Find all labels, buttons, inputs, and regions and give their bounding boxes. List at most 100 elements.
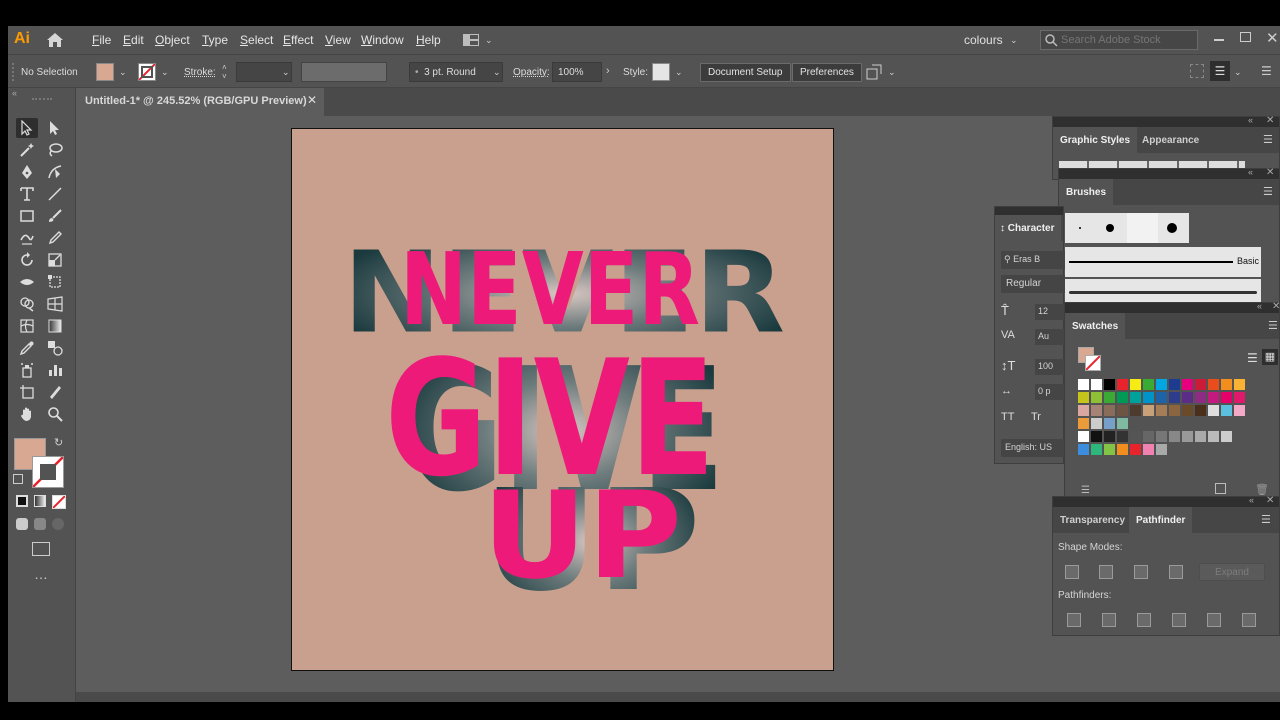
divide-icon[interactable]	[1067, 613, 1081, 627]
paintbrush-tool-icon[interactable]	[44, 206, 66, 226]
collapse-panel-icon[interactable]: «	[1249, 495, 1254, 505]
crop-icon[interactable]	[1172, 613, 1186, 627]
symbol-sprayer-tool-icon[interactable]	[16, 360, 38, 380]
font-size-field[interactable]: 12	[1035, 304, 1065, 320]
swatch[interactable]	[1208, 431, 1219, 442]
swatch-stroke-indicator[interactable]	[1085, 355, 1101, 371]
swatch[interactable]	[1182, 431, 1193, 442]
swatch[interactable]	[1117, 392, 1128, 403]
free-transform-tool-icon[interactable]	[44, 272, 66, 292]
menu-help[interactable]: Help	[416, 33, 441, 47]
chevron-down-icon[interactable]: ⌄	[282, 68, 290, 77]
shape-builder-tool-icon[interactable]	[16, 294, 38, 314]
rectangle-tool-icon[interactable]	[16, 206, 38, 226]
intersect-icon[interactable]	[1134, 565, 1148, 579]
mesh-tool-icon[interactable]	[16, 316, 38, 336]
never-give-up-artwork[interactable]: NEVER GIVE UP NEVER GIVE UP	[292, 129, 834, 671]
swatch[interactable]	[1117, 379, 1128, 390]
swatch[interactable]	[1208, 379, 1219, 390]
artboard-tool-icon[interactable]	[16, 382, 38, 402]
fill-swatch[interactable]	[96, 63, 114, 81]
menu-effect[interactable]: Effect	[283, 33, 313, 47]
collapse-panel-icon[interactable]: «	[1248, 167, 1253, 177]
brush-tip[interactable]	[1106, 224, 1114, 232]
close-panel-icon[interactable]: ✕	[1266, 495, 1274, 506]
swatch[interactable]	[1130, 444, 1141, 455]
swatch[interactable]	[1156, 405, 1167, 416]
tab-pathfinder[interactable]: Pathfinder	[1129, 507, 1193, 533]
swatch[interactable]	[1091, 379, 1102, 390]
swatch[interactable]	[1091, 392, 1102, 403]
panel-menu-icon[interactable]: ☰	[1263, 133, 1273, 146]
swatch[interactable]	[1130, 405, 1141, 416]
swatch[interactable]	[1156, 392, 1167, 403]
collapse-panel-icon[interactable]: «	[1248, 115, 1253, 125]
scale-tool-icon[interactable]	[44, 250, 66, 270]
panel-menu-icon[interactable]: ☰	[1263, 185, 1273, 198]
variable-width-profile[interactable]	[301, 62, 387, 82]
swatch[interactable]	[1078, 392, 1089, 403]
swatch[interactable]	[1143, 392, 1154, 403]
draw-inside-icon[interactable]	[52, 518, 64, 530]
swatch[interactable]	[1104, 418, 1115, 429]
swatch[interactable]	[1143, 379, 1154, 390]
swatch[interactable]	[1169, 405, 1180, 416]
grid-view-icon[interactable]: ▦	[1262, 349, 1278, 365]
swatch[interactable]	[1130, 431, 1141, 442]
restore-icon[interactable]	[1240, 32, 1251, 42]
width-tool-icon[interactable]	[16, 272, 38, 292]
pen-tool-icon[interactable]	[16, 162, 38, 182]
outline-icon[interactable]	[1207, 613, 1221, 627]
brush-tip[interactable]	[1079, 227, 1081, 229]
swatch[interactable]	[1143, 444, 1154, 455]
close-panel-icon[interactable]: ✕	[1266, 115, 1274, 126]
lasso-tool-icon[interactable]	[44, 140, 66, 160]
swatch[interactable]	[1091, 431, 1102, 442]
font-style-field[interactable]: Regular	[1001, 275, 1065, 293]
swatch[interactable]	[1169, 379, 1180, 390]
swatch[interactable]	[1234, 379, 1245, 390]
swatch[interactable]	[1156, 431, 1167, 442]
graphic-style-swatch[interactable]	[652, 63, 670, 81]
workspace-switcher[interactable]: colours	[964, 33, 1003, 47]
merge-icon[interactable]	[1137, 613, 1151, 627]
menu-file[interactable]: File	[92, 33, 111, 47]
swatch[interactable]	[1104, 431, 1115, 442]
expand-button[interactable]: Expand	[1199, 563, 1265, 581]
menu-type[interactable]: Type	[202, 33, 228, 47]
artboard[interactable]: NEVER GIVE UP NEVER GIVE UP	[291, 128, 834, 671]
swatch[interactable]	[1091, 418, 1102, 429]
swatch[interactable]	[1104, 405, 1115, 416]
minimize-icon[interactable]	[1214, 39, 1224, 41]
swatch[interactable]	[1234, 405, 1245, 416]
swatch[interactable]	[1130, 392, 1141, 403]
new-swatch-icon[interactable]	[1215, 483, 1226, 494]
swatch[interactable]	[1143, 405, 1154, 416]
brush-stroke-basic[interactable]: Basic	[1065, 247, 1261, 277]
swatch-library-icon[interactable]: ☰	[1081, 485, 1090, 496]
swatch[interactable]	[1156, 379, 1167, 390]
swatch[interactable]	[1078, 431, 1089, 442]
swatch[interactable]	[1117, 405, 1128, 416]
tab-appearance[interactable]: Appearance	[1135, 127, 1206, 153]
menu-select[interactable]: Select	[240, 33, 273, 47]
swatch[interactable]	[1078, 379, 1089, 390]
tab-swatches[interactable]: Swatches	[1065, 313, 1126, 339]
type-tool-icon[interactable]	[16, 184, 38, 204]
brush-definition[interactable]: • 3 pt. Round	[409, 62, 503, 82]
brush-tip[interactable]	[1127, 213, 1158, 243]
swatch[interactable]	[1195, 379, 1206, 390]
align-icon[interactable]	[1190, 64, 1204, 78]
shaper-tool-icon[interactable]	[16, 228, 38, 248]
rotate-tool-icon[interactable]	[16, 250, 38, 270]
chevron-down-icon[interactable]: ⌄	[493, 68, 501, 77]
swatch[interactable]	[1117, 418, 1128, 429]
default-fill-stroke-icon[interactable]	[13, 474, 23, 484]
swatch[interactable]	[1221, 392, 1232, 403]
swatch[interactable]	[1195, 392, 1206, 403]
eyedropper-tool-icon[interactable]	[16, 338, 38, 358]
direct-selection-tool-icon[interactable]	[44, 118, 66, 138]
horizontal-scale-icon[interactable]: Tr	[1031, 411, 1041, 423]
swatch[interactable]	[1221, 431, 1232, 442]
selection-tool-icon[interactable]	[16, 118, 38, 138]
